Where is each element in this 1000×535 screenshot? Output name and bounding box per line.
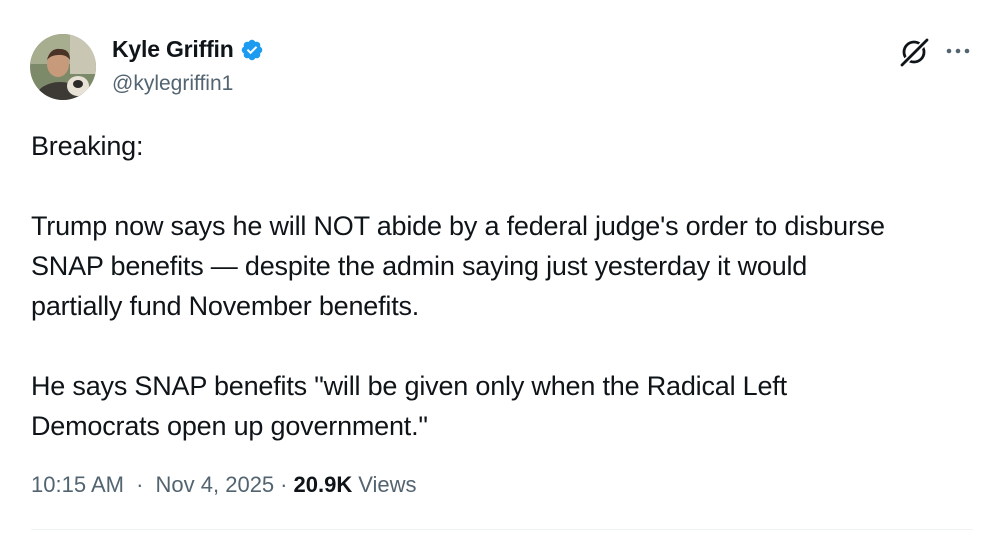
tweet-paragraph-spacer	[31, 166, 971, 206]
tweet-date: Nov 4, 2025	[155, 472, 275, 497]
tweet-paragraph: Breaking:	[31, 131, 144, 161]
profile-photo-icon	[30, 34, 96, 100]
author-display-name[interactable]: Kyle Griffin	[112, 36, 234, 63]
verified-badge-icon	[240, 38, 264, 62]
tweet-time: 10:15 AM	[31, 472, 124, 497]
tweet-paragraph-spacer	[31, 326, 971, 366]
meta-separator: ·	[280, 472, 288, 497]
views-label: Views	[358, 472, 417, 497]
tweet-card: Kyle Griffin @kylegriffin1 Breaking: Tru…	[0, 0, 1000, 535]
views-count[interactable]: 20.9K	[294, 472, 353, 498]
meta-separator: ·	[136, 472, 144, 497]
grok-icon[interactable]	[898, 36, 930, 68]
author-handle[interactable]: @kylegriffin1	[112, 72, 233, 96]
tweet-time-link[interactable]: 10:15 AM · Nov 4, 2025	[31, 472, 274, 498]
more-options-icon[interactable]	[945, 40, 971, 62]
avatar[interactable]	[30, 34, 96, 100]
tweet-paragraph: Trump now says he will NOT abide by a fe…	[31, 211, 885, 321]
divider	[31, 529, 973, 530]
tweet-paragraph: He says SNAP benefits "will be given onl…	[31, 371, 787, 441]
tweet-text: Breaking: Trump now says he will NOT abi…	[31, 126, 971, 446]
author-name-row[interactable]: Kyle Griffin	[112, 36, 264, 63]
tweet-meta: 10:15 AM · Nov 4, 2025 · 20.9K Views	[31, 472, 417, 498]
